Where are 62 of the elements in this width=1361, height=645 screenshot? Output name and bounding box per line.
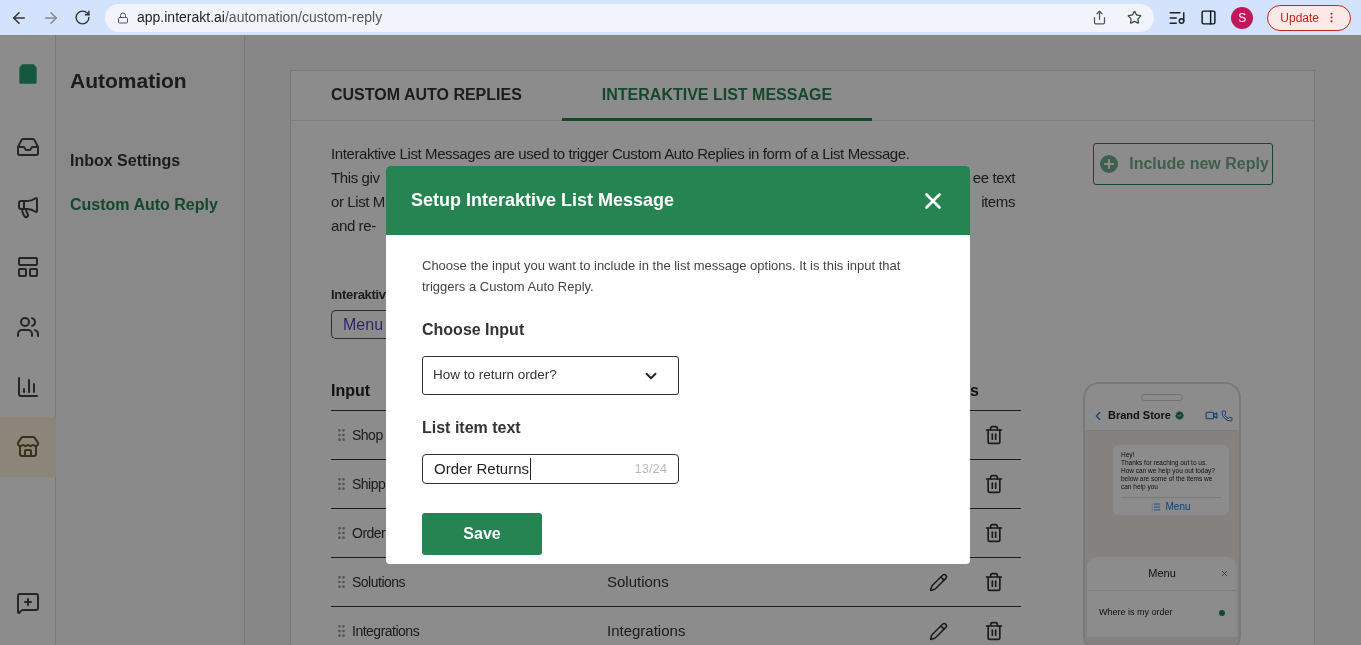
character-counter: 13/24: [634, 460, 667, 479]
table-cell: Shop: [352, 426, 383, 443]
column-header: Input: [331, 380, 372, 401]
modal-title: Setup Interaktive List Message: [411, 189, 675, 212]
sidebar-item[interactable]: Inbox Settings: [70, 148, 244, 193]
tab[interactable]: INTERAKTIVE LIST MESSAGE: [561, 71, 873, 121]
table-cell: Integrations: [352, 622, 420, 639]
list-icon: [1151, 501, 1162, 512]
input-select[interactable]: How to return order?: [422, 356, 679, 395]
url-text: app.interakt.ai/automation/custom-reply: [137, 8, 384, 27]
inbox-icon: [15, 135, 40, 159]
table-cell: Integrations: [607, 621, 686, 639]
delete-icon[interactable]: [984, 425, 1004, 445]
field-label: Choose Input: [422, 320, 526, 340]
edit-icon[interactable]: [929, 572, 948, 592]
menu-link[interactable]: Menu: [1121, 497, 1221, 515]
column-header: s: [970, 380, 979, 401]
save-button[interactable]: Save: [422, 513, 542, 555]
table-cell: Order: [352, 524, 386, 541]
sidebar-title: Automation: [70, 68, 188, 94]
intro-text: or List M: [331, 192, 385, 212]
table-cell: Solutions: [352, 573, 406, 590]
modal-description: Choose the input you want to include in the list message options. It is this input that triggers a Custom Auto Reply.: [422, 257, 902, 296]
delete-icon[interactable]: [984, 474, 1004, 494]
chart-icon: [15, 375, 40, 399]
edit-icon[interactable]: [929, 621, 948, 641]
share-icon[interactable]: [1092, 10, 1108, 25]
delete-icon[interactable]: [984, 523, 1004, 543]
users-icon: [15, 315, 40, 339]
option-radio[interactable]: [1219, 610, 1225, 616]
video-call-icon[interactable]: [1205, 409, 1218, 422]
megaphone-icon: [15, 195, 40, 219]
profile-avatar[interactable]: S: [1231, 6, 1254, 29]
lock-icon: [117, 11, 129, 24]
table-cell: Shipp: [352, 475, 386, 492]
intro-text: and re-: [331, 216, 376, 236]
sheet-title: Menu: [1148, 566, 1176, 582]
intro-text: This giv: [331, 168, 380, 188]
reload-icon[interactable]: [74, 9, 91, 26]
store-icon: [15, 435, 40, 459]
chat-name: Brand Store: [1108, 408, 1171, 424]
table-cell: Solutions: [607, 572, 669, 590]
side-panel-icon[interactable]: [1200, 9, 1218, 26]
menu-option[interactable]: Where is my order: [1099, 606, 1173, 620]
list-label: Interaktiv: [331, 287, 386, 303]
intro-text: ee text: [972, 168, 1015, 188]
intro-text: items: [981, 192, 1015, 212]
bookmark-icon[interactable]: [1127, 10, 1143, 25]
feedback-icon[interactable]: [15, 591, 40, 615]
update-button[interactable]: Update: [1267, 4, 1351, 31]
list-item-text-field[interactable]: Order Returns 13/24: [422, 454, 679, 484]
verified-icon: [1173, 410, 1185, 421]
phone-call-icon[interactable]: [1221, 409, 1233, 422]
close-icon[interactable]: [1220, 569, 1229, 578]
intro-text: Interaktive List Messages are used to trigger Custom Auto Replies in form of a List Message.: [331, 144, 910, 164]
delete-icon[interactable]: [984, 621, 1004, 641]
sidebar-item[interactable]: Custom Auto Reply: [70, 192, 244, 237]
table-icon: [15, 255, 40, 279]
tab[interactable]: CUSTOM AUTO REPLIES: [331, 71, 522, 121]
delete-icon[interactable]: [984, 572, 1004, 592]
field-label: List item text: [422, 418, 522, 438]
address-bar[interactable]: app.interakt.ai/automation/custom-reply: [105, 3, 1155, 32]
